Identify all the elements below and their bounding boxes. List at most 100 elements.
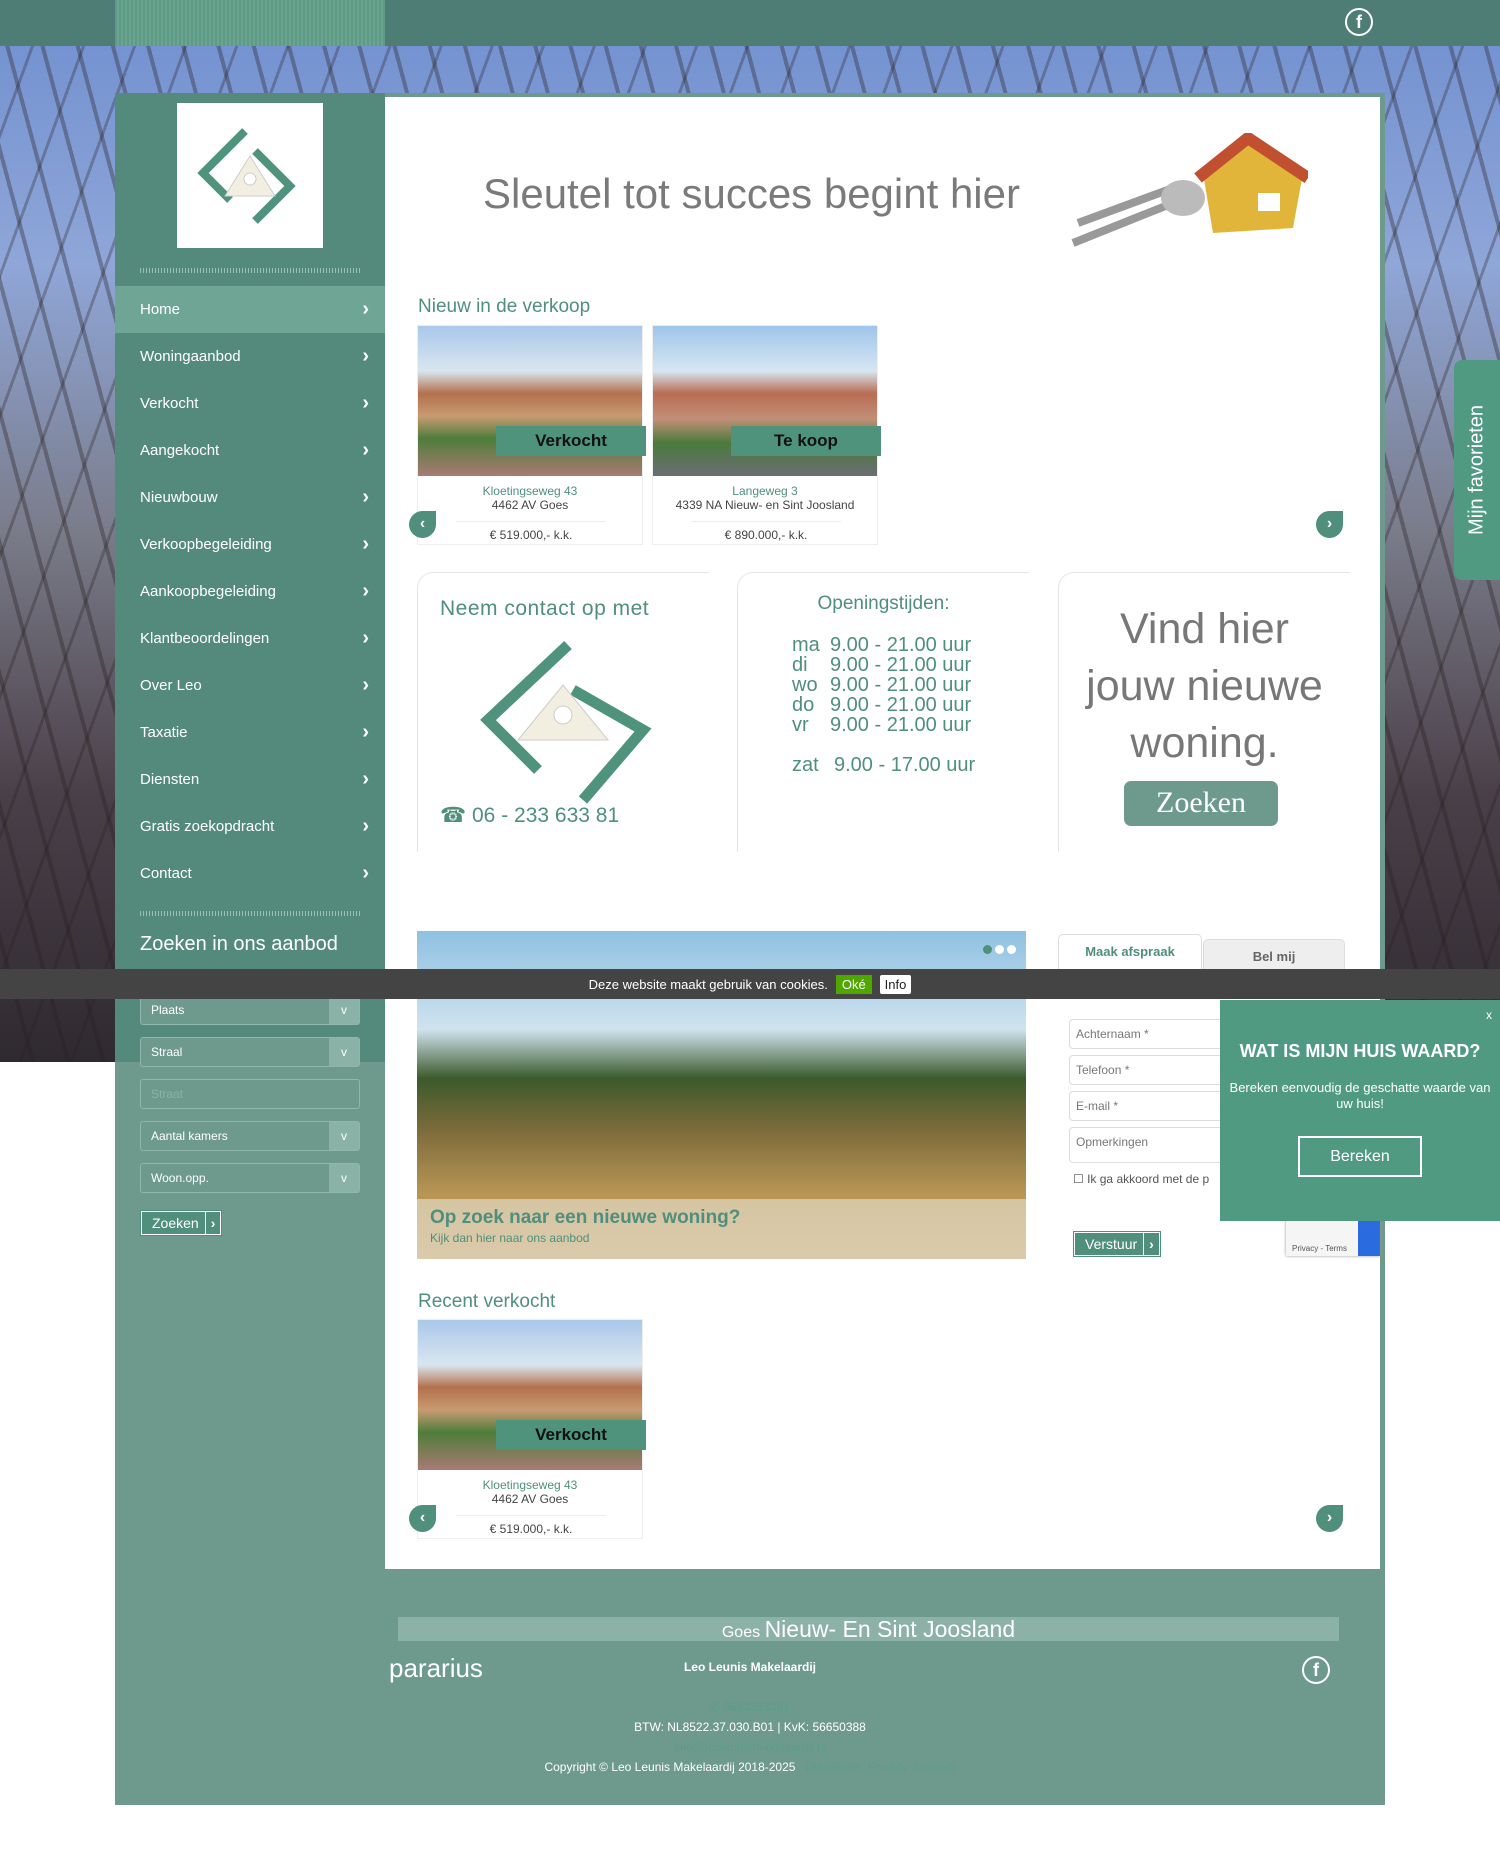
listing-street[interactable]: Kloetingseweg 43: [418, 484, 642, 498]
menu-item-klantbeoordelingen[interactable]: Klantbeoordelingen ›: [115, 615, 385, 662]
chevron-right-icon: ›: [362, 627, 369, 649]
carousel-prev-button[interactable]: ‹: [409, 511, 436, 538]
email-input[interactable]: E-mail *: [1069, 1091, 1229, 1121]
achternaam-input[interactable]: Achternaam *: [1069, 1019, 1229, 1049]
hours-title: Openingstijden:: [817, 593, 950, 614]
listing-city: 4339 NA Nieuw- en Sint Joosland: [675, 498, 855, 512]
chevron-down-icon: v: [329, 1122, 359, 1150]
telefoon-input[interactable]: Telefoon *: [1069, 1055, 1229, 1085]
woonopp-select[interactable]: Woon.opp. v: [140, 1163, 360, 1193]
menu-item-verkocht[interactable]: Verkocht ›: [115, 380, 385, 427]
straal-select[interactable]: Straal v: [140, 1037, 360, 1067]
chevron-down-icon: v: [329, 1038, 359, 1066]
listing-street[interactable]: Kloetingseweg 43: [418, 1478, 642, 1492]
bereken-button[interactable]: Bereken: [1298, 1136, 1422, 1177]
footer-link-disclaimer[interactable]: Disclaimer: [805, 1760, 861, 1774]
menu-item-woningaanbod[interactable]: Woningaanbod ›: [115, 333, 385, 380]
cookie-ok-button[interactable]: Oké: [835, 974, 872, 994]
house-value-popup: x WAT IS MIJN HUIS WAARD? Bereken eenvou…: [1220, 1000, 1500, 1221]
chevron-right-icon: ›: [362, 298, 369, 320]
menu-item-home[interactable]: Home ›: [115, 286, 385, 333]
sidebar-divider: [140, 911, 360, 916]
footer-link-contact[interactable]: Contact: [914, 1760, 955, 1774]
chevron-right-icon: ›: [362, 815, 369, 837]
hours-row: wo 9.00 - 21.00 uur: [792, 674, 972, 696]
menu-item-contact[interactable]: Contact ›: [115, 850, 385, 897]
slider-dot[interactable]: [995, 945, 1004, 954]
menu-item-diensten[interactable]: Diensten ›: [115, 756, 385, 803]
tab-bel-mij[interactable]: Bel mij: [1203, 939, 1345, 973]
menu-item-taxatie[interactable]: Taxatie ›: [115, 709, 385, 756]
listing-price: € 519.000,- k.k.: [456, 521, 606, 542]
chevron-right-icon: ›: [1143, 1233, 1159, 1255]
facebook-icon[interactable]: f: [1345, 8, 1373, 36]
opening-hours-box: Openingstijden: ma 9.00 - 21.00 uur di 9.0…: [737, 572, 1029, 852]
footer-places: Goes Nieuw- En Sint Joosland: [398, 1617, 1339, 1641]
hours-list: ma 9.00 - 21.00 uur di 9.00 - 21.00 uur wo…: [792, 635, 975, 775]
hours-row: zat 9.00 - 17.00 uur: [792, 754, 976, 776]
footer-link-privacy[interactable]: Privacy: [868, 1760, 907, 1774]
recent-sold-title: Recent verkocht: [418, 1291, 556, 1312]
hours-row: ma 9.00 - 21.00 uur: [792, 634, 972, 656]
phone-icon: ✆: [709, 1700, 724, 1714]
headline: Sleutel tot succes begint hier: [483, 170, 1020, 217]
menu-item-gratis-zoekopdracht[interactable]: Gratis zoekopdracht ›: [115, 803, 385, 850]
kamers-select[interactable]: Aantal kamers v: [140, 1121, 360, 1151]
recaptcha-badge[interactable]: Privacy - Terms: [1286, 1216, 1380, 1256]
chevron-right-icon: ›: [362, 674, 369, 696]
menu-item-nieuwbouw[interactable]: Nieuwbouw ›: [115, 474, 385, 521]
straat-input[interactable]: Straat: [140, 1079, 360, 1109]
logo[interactable]: [177, 103, 323, 248]
popup-title: WAT IS MIJN HUIS WAARD?: [1239, 1041, 1481, 1061]
sidebar-search-button[interactable]: Zoeken ›: [139, 1210, 223, 1236]
contact-phone[interactable]: ☎ 06 - 233 633 81: [440, 803, 619, 828]
hours-row: vr 9.00 - 21.00 uur: [792, 714, 972, 736]
slider-dot[interactable]: [983, 945, 992, 954]
chevron-right-icon: ›: [362, 439, 369, 461]
chevron-right-icon: ›: [362, 392, 369, 414]
top-bar-patch: [115, 0, 385, 46]
carousel-prev-button[interactable]: ‹: [409, 1505, 436, 1532]
close-icon[interactable]: x: [1486, 1008, 1492, 1022]
cookie-info-button[interactable]: Info: [879, 974, 912, 994]
find-search-button[interactable]: Zoeken: [1124, 781, 1278, 826]
listing-price: € 519.000,- k.k.: [456, 1515, 606, 1536]
opmerkingen-input[interactable]: Opmerkingen: [1069, 1127, 1229, 1163]
listing-photo: Verkocht: [418, 1320, 646, 1470]
chevron-down-icon: v: [329, 1164, 359, 1192]
find-home-text: Vind hier jouw nieuwe woning.: [1086, 605, 1323, 767]
listing-card[interactable]: Te koop Langeweg 3 4339 NA Nieuw- en Sin…: [652, 325, 881, 545]
listing-street[interactable]: Langeweg 3: [653, 484, 877, 498]
favorites-tab[interactable]: Mijn favorieten: [1454, 360, 1500, 580]
slider-dot[interactable]: [1007, 945, 1016, 954]
chevron-down-icon: v: [329, 996, 359, 1024]
logo-large-icon: [480, 640, 652, 804]
footer-email[interactable]: info@leoleunismakelaardij.nl: [115, 1740, 1385, 1754]
slider-dots: [980, 941, 1016, 959]
logo-diamond-icon: [197, 127, 296, 224]
listing-photo: Te koop: [653, 326, 881, 476]
agree-checkbox[interactable]: ☐ Ik ga akkoord met de p: [1073, 1172, 1209, 1186]
menu-item-aangekocht[interactable]: Aangekocht ›: [115, 427, 385, 474]
listing-photo: Verkocht: [418, 326, 646, 476]
chevron-right-icon: ›: [362, 533, 369, 555]
menu-item-aankoopbegeleiding[interactable]: Aankoopbegeleiding ›: [115, 568, 385, 615]
listing-card[interactable]: Verkocht Kloetingseweg 43 4462 AV Goes €…: [417, 325, 646, 545]
footer-phone[interactable]: ✆ 0623363381: [115, 1700, 1385, 1714]
telephone-icon: ☎: [440, 804, 472, 827]
carousel-next-button[interactable]: ›: [1316, 1505, 1343, 1532]
footer-company: Leo Leunis Makelaardij: [683, 1660, 817, 1674]
listing-price: € 890.000,- k.k.: [691, 521, 841, 542]
verstuur-button[interactable]: Verstuur ›: [1073, 1231, 1161, 1257]
status-badge: Te koop: [731, 426, 881, 456]
menu-item-over-leo[interactable]: Over Leo ›: [115, 662, 385, 709]
facebook-icon[interactable]: f: [1302, 1656, 1330, 1684]
listing-card[interactable]: Verkocht Kloetingseweg 43 4462 AV Goes €…: [417, 1319, 646, 1539]
carousel-next-button[interactable]: ›: [1316, 511, 1343, 538]
tab-maak-afspraak[interactable]: Maak afspraak: [1058, 934, 1202, 970]
menu-item-verkoopbegeleiding[interactable]: Verkoopbegeleiding ›: [115, 521, 385, 568]
cookie-bar: Deze website maakt gebruik van cookies. O…: [0, 969, 1500, 999]
plaats-select[interactable]: Plaats v: [140, 995, 360, 1025]
slider-caption[interactable]: Op zoek naar een nieuwe woning? Kijk dan …: [417, 1199, 1026, 1259]
hours-row: di 9.00 - 21.00 uur: [792, 654, 972, 676]
